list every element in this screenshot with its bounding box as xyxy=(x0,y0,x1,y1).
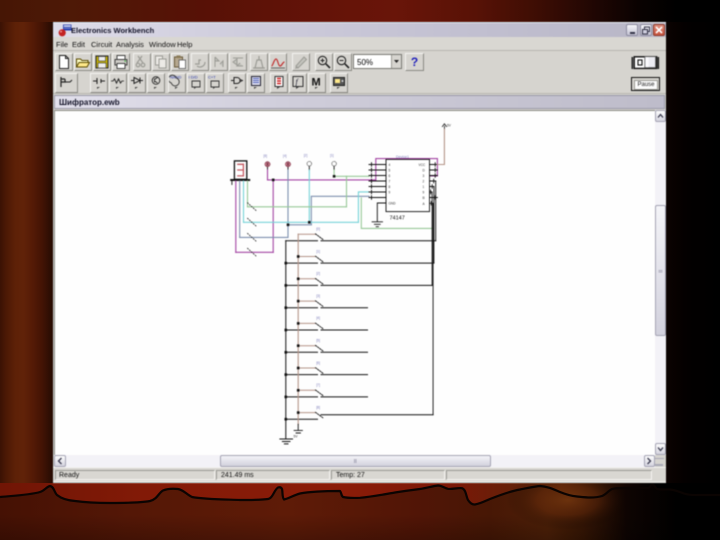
svg-text:M: M xyxy=(312,77,321,89)
svg-text:[4]: [4] xyxy=(283,154,287,158)
svg-text:C+T: C+T xyxy=(208,75,216,80)
svg-text:[2]: [2] xyxy=(316,272,320,276)
svg-text:3: 3 xyxy=(423,174,425,178)
svg-text:f: f xyxy=(296,78,300,87)
svg-text:7: 7 xyxy=(389,180,391,184)
svg-text:VCC: VCC xyxy=(419,163,426,167)
svg-text:[0]: [0] xyxy=(316,227,320,231)
svg-text:5V: 5V xyxy=(447,124,452,128)
svg-text:74147: 74147 xyxy=(390,216,405,222)
svg-text:[8]: [8] xyxy=(316,405,320,409)
svg-text:1: 1 xyxy=(423,185,425,189)
svg-text:6: 6 xyxy=(389,174,391,178)
svg-text:9: 9 xyxy=(423,191,425,195)
svg-text:[1]: [1] xyxy=(316,249,320,253)
svg-text:5: 5 xyxy=(389,169,391,173)
svg-text:[6]: [6] xyxy=(316,361,320,365)
svg-text:Device1: Device1 xyxy=(396,155,409,159)
svg-text:[1]: [1] xyxy=(330,153,334,157)
svg-text:2: 2 xyxy=(423,180,425,184)
svg-text:[8]: [8] xyxy=(264,154,268,158)
svg-text:5V: 5V xyxy=(294,434,299,438)
svg-text:GND: GND xyxy=(389,202,397,206)
svg-text:9: 9 xyxy=(389,191,391,195)
svg-text:[2]: [2] xyxy=(304,153,308,157)
svg-text:4: 4 xyxy=(389,163,391,167)
svg-text:B: B xyxy=(423,196,425,200)
svg-text:[3]: [3] xyxy=(316,294,320,298)
svg-text:8: 8 xyxy=(389,185,391,189)
svg-text:[7]: [7] xyxy=(316,383,320,387)
svg-text:I D/D: I D/D xyxy=(189,75,198,80)
svg-text:[5]: [5] xyxy=(316,339,320,343)
svg-text:[4]: [4] xyxy=(316,316,320,320)
